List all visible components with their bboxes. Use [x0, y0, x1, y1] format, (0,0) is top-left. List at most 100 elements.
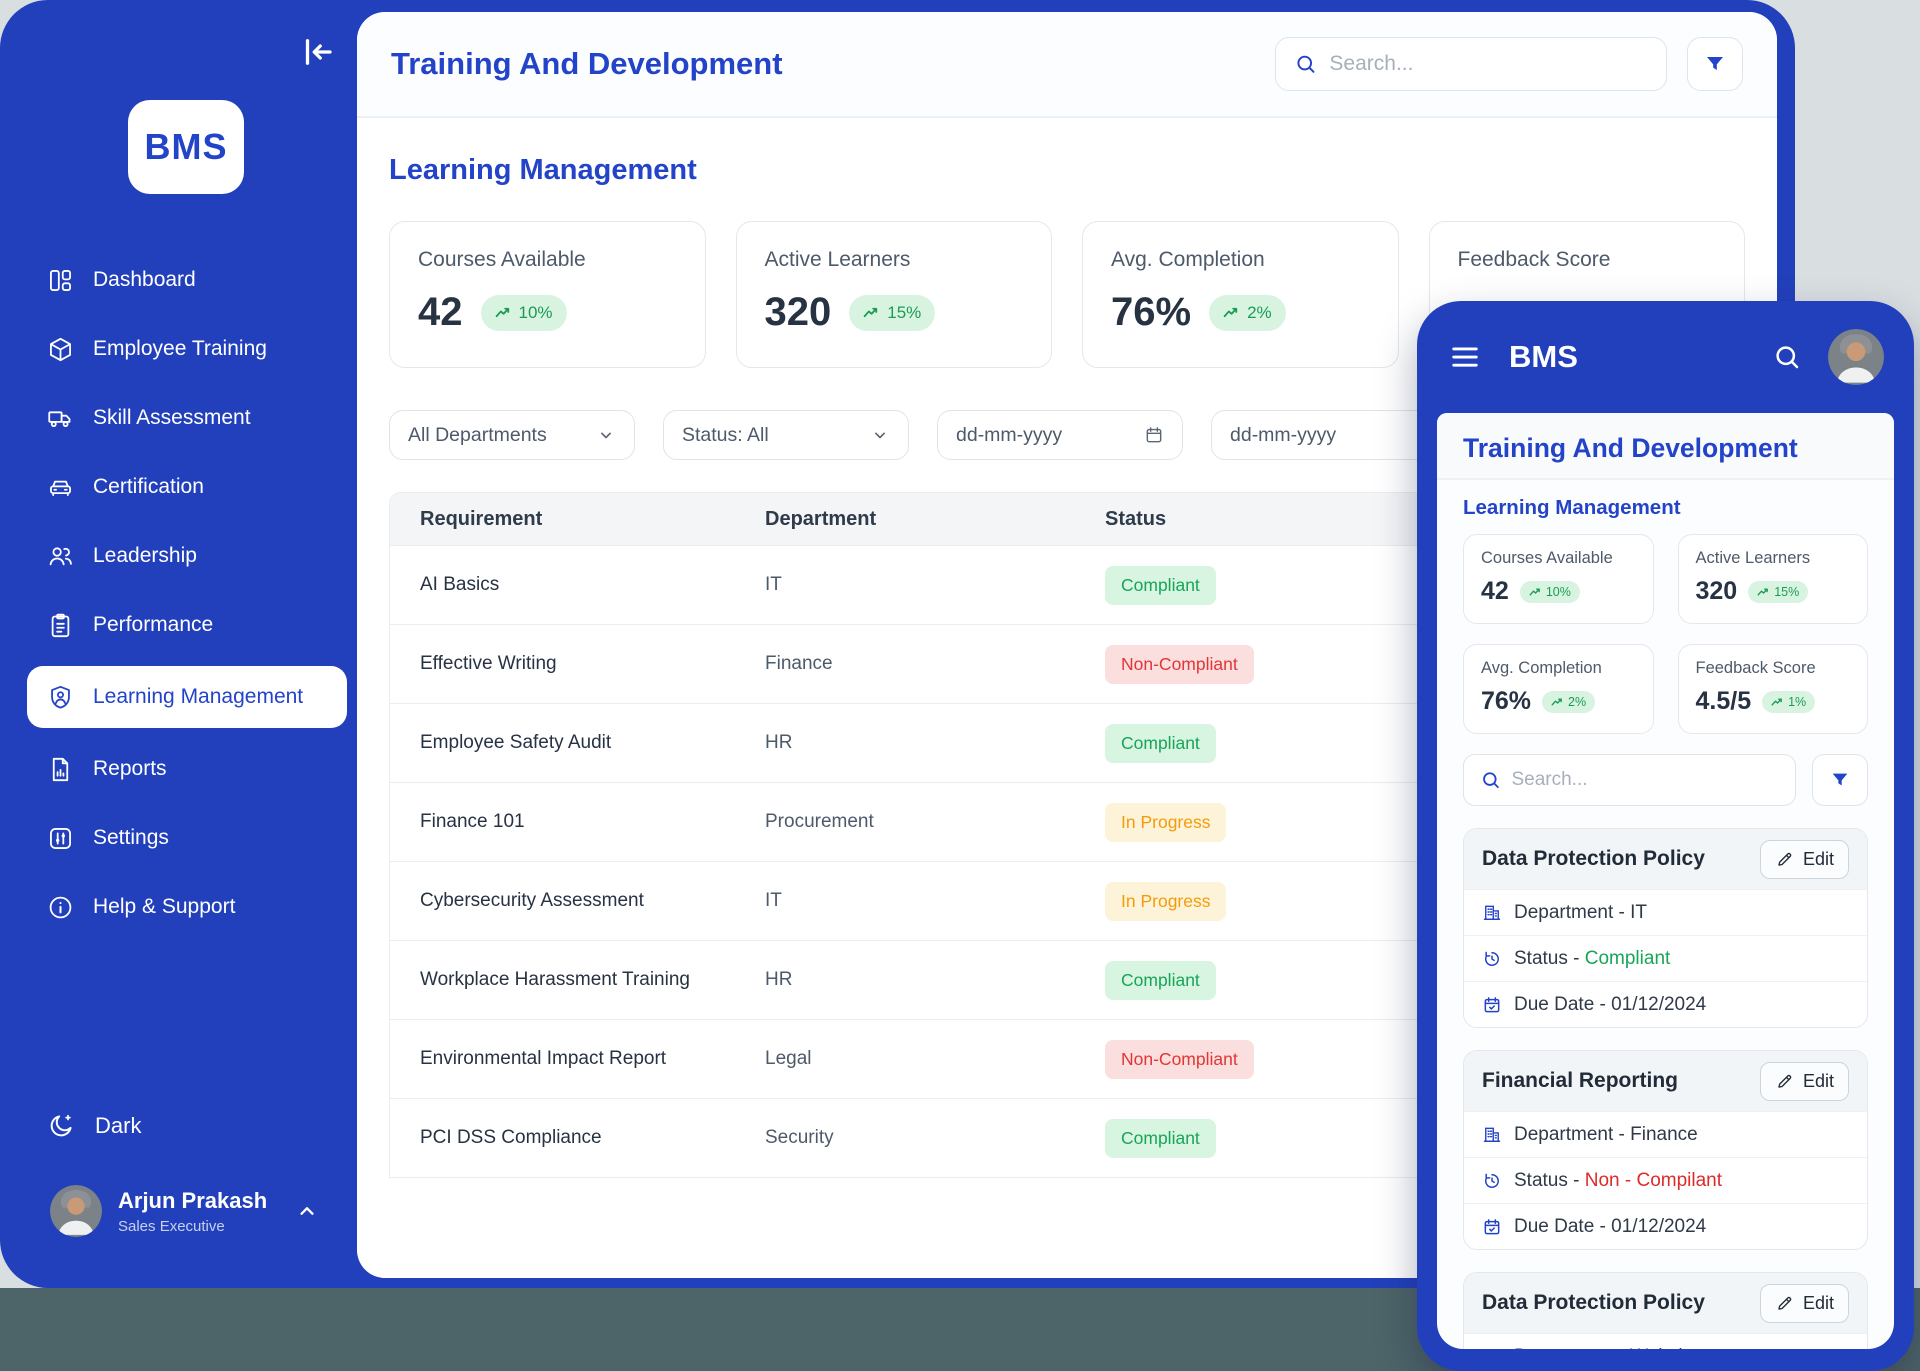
stat-label: Active Learners [765, 248, 1024, 272]
status-value: Compliant [1585, 948, 1671, 969]
search-input[interactable] [1329, 52, 1648, 76]
chevron-down-icon [596, 425, 616, 445]
stat-value: 76% [1111, 290, 1191, 335]
dashboard-icon [47, 267, 74, 294]
trend-chip: 2% [1542, 691, 1595, 713]
building-icon [1482, 1347, 1502, 1350]
policy-card-header: Data Protection Policy Edit [1464, 829, 1867, 889]
date-from-placeholder: dd-mm-yyyy [956, 424, 1144, 447]
trend-chip: 15% [849, 295, 935, 331]
sidebar-item-skill-assessment[interactable]: Skill Assessment [27, 390, 347, 446]
sidebar-item-label: Employee Training [93, 337, 267, 361]
avatar[interactable] [1828, 329, 1884, 385]
report-icon [47, 756, 74, 783]
trending-up-icon [1529, 587, 1542, 597]
edit-button[interactable]: Edit [1760, 1284, 1849, 1323]
filter-button[interactable] [1812, 754, 1868, 806]
column-requirement: Requirement [420, 508, 765, 531]
user-name: Arjun Prakash [118, 1188, 294, 1214]
sidebar-item-settings[interactable]: Settings [27, 810, 347, 866]
sidebar-item-help-support[interactable]: Help & Support [27, 879, 347, 935]
shield-user-icon [47, 684, 74, 711]
due-date-row: Due Date - 01/12/2024 [1464, 981, 1867, 1027]
clock-history-icon [1482, 1171, 1502, 1191]
trend-chip: 2% [1209, 295, 1286, 331]
page-title: Training And Development [391, 46, 1275, 82]
avatar [50, 1185, 102, 1237]
stat-card-courses-available: Courses Available 42 10% [1463, 534, 1654, 624]
sidebar-item-learning-management[interactable]: Learning Management [27, 666, 347, 728]
edit-button[interactable]: Edit [1760, 840, 1849, 879]
status-badge: Non-Compliant [1105, 1040, 1254, 1079]
edit-icon [1775, 1294, 1794, 1313]
hamburger-menu-icon[interactable] [1447, 342, 1483, 372]
sidebar-item-dashboard[interactable]: Dashboard [27, 252, 347, 308]
search-icon [1294, 51, 1317, 77]
sidebar-item-leadership[interactable]: Leadership [27, 528, 347, 584]
edit-button[interactable]: Edit [1760, 1062, 1849, 1101]
policy-card: Data Protection Policy Edit Department -… [1463, 828, 1868, 1028]
department-row: Department - Website [1464, 1333, 1867, 1349]
dark-mode-label: Dark [95, 1113, 141, 1139]
stat-label: Feedback Score [1458, 248, 1717, 272]
sidebar-item-certification[interactable]: Certification [27, 459, 347, 515]
chevron-up-icon[interactable] [294, 1198, 320, 1224]
search-icon[interactable] [1772, 342, 1802, 372]
sliders-icon [47, 825, 74, 852]
mobile-title-bar: Training And Development [1437, 413, 1894, 480]
status-badge: Compliant [1105, 566, 1216, 605]
mobile-section-title: Learning Management [1463, 496, 1868, 520]
sidebar: BMS Dashboard Employee Training Skill As… [0, 0, 357, 1288]
search-icon [1480, 768, 1501, 792]
sidebar-item-reports[interactable]: Reports [27, 741, 347, 797]
department-filter-select[interactable]: All Departments [389, 410, 635, 460]
trend-chip: 10% [481, 295, 567, 331]
status-filter-select[interactable]: Status: All [663, 410, 909, 460]
trend-chip: 15% [1748, 581, 1808, 603]
date-from-input[interactable]: dd-mm-yyyy [937, 410, 1183, 460]
dark-mode-toggle[interactable]: Dark [47, 1112, 141, 1140]
filter-button[interactable] [1687, 37, 1743, 91]
stat-card-avg-completion: Avg. Completion 76% 2% [1082, 221, 1399, 368]
mobile-preview-panel: BMS Training And Development Learning Ma… [1417, 301, 1914, 1371]
calendar-icon [1144, 425, 1164, 445]
department-row: Department - Finance [1464, 1111, 1867, 1157]
funnel-icon [1703, 52, 1727, 76]
mobile-header: BMS [1437, 301, 1894, 413]
trending-up-icon [495, 306, 512, 319]
search-input[interactable] [1511, 769, 1779, 791]
stat-card-active-learners: Active Learners 320 15% [1678, 534, 1869, 624]
stat-card-courses-available: Courses Available 42 10% [389, 221, 706, 368]
sidebar-collapse-icon[interactable] [300, 34, 336, 70]
mobile-page-title: Training And Development [1463, 433, 1868, 464]
stat-label: Courses Available [418, 248, 677, 272]
user-profile[interactable]: Arjun Prakash Sales Executive [50, 1185, 320, 1237]
sidebar-item-label: Dashboard [93, 268, 196, 292]
trending-up-icon [1551, 697, 1564, 707]
trending-up-icon [1771, 697, 1784, 707]
status-badge: Compliant [1105, 724, 1216, 763]
date-to-placeholder: dd-mm-yyyy [1230, 424, 1418, 447]
cube-icon [47, 336, 74, 363]
stat-card-feedback-score: Feedback Score 4.5/5 1% [1678, 644, 1869, 734]
info-icon [47, 894, 74, 921]
building-icon [1482, 903, 1502, 923]
truck-icon [47, 405, 74, 432]
policy-card: Financial Reporting Edit Department - Fi… [1463, 1050, 1868, 1250]
edit-icon [1775, 1072, 1794, 1091]
status-row: Status - Compliant [1464, 935, 1867, 981]
due-date-row: Due Date - 01/12/2024 [1464, 1203, 1867, 1249]
column-department: Department [765, 508, 1105, 531]
trending-up-icon [1223, 306, 1240, 319]
status-badge: In Progress [1105, 882, 1226, 921]
funnel-icon [1829, 769, 1851, 791]
status-badge: In Progress [1105, 803, 1226, 842]
car-icon [47, 474, 74, 501]
status-badge: Compliant [1105, 1119, 1216, 1158]
chevron-down-icon [870, 425, 890, 445]
trending-up-icon [863, 306, 880, 319]
sidebar-item-performance[interactable]: Performance [27, 597, 347, 653]
policy-card: Data Protection Policy Edit Department -… [1463, 1272, 1868, 1349]
mobile-body: Training And Development Learning Manage… [1437, 413, 1894, 1349]
sidebar-item-employee-training[interactable]: Employee Training [27, 321, 347, 377]
